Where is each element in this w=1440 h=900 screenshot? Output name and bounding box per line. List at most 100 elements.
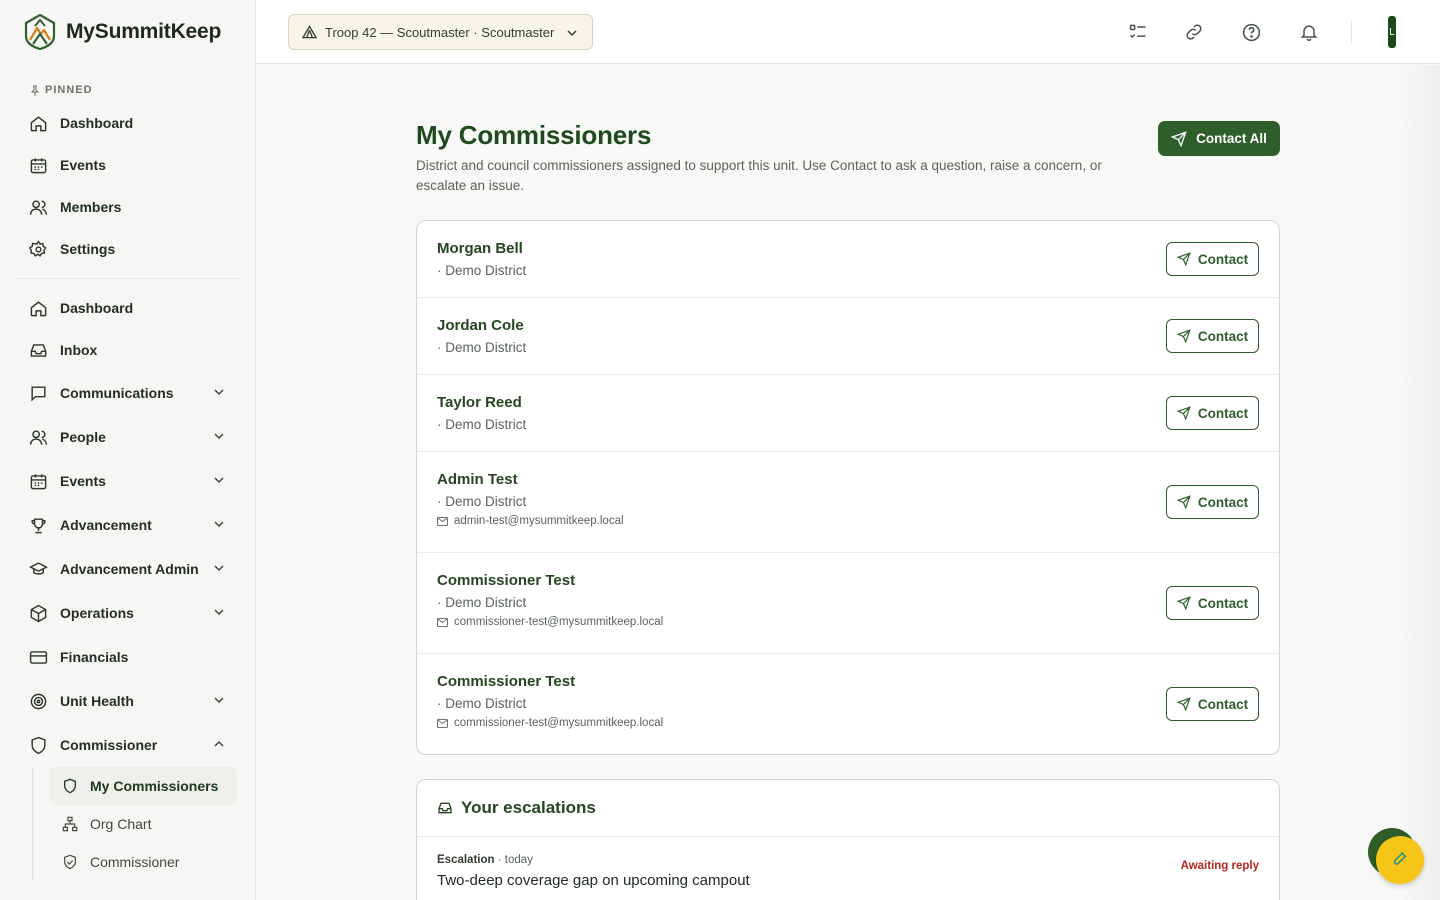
message-icon [28, 383, 48, 403]
pinned-item-label: Members [60, 199, 122, 215]
users-icon [28, 427, 48, 447]
commissioner-district: · Demo District [437, 263, 527, 278]
link-icon[interactable] [1182, 20, 1206, 44]
topbar-separator [1351, 20, 1352, 44]
sidebar-item-dashboard[interactable]: Dashboard [0, 287, 255, 329]
sidebar-item-label: Operations [60, 605, 134, 621]
send-icon [1176, 329, 1191, 343]
pinned-item-settings[interactable]: Settings [0, 228, 255, 270]
pinned-item-label: Events [60, 157, 106, 173]
sidebar-item-communications[interactable]: Communications [0, 371, 255, 415]
send-icon [1171, 130, 1187, 147]
feedback-fab[interactable] [1376, 836, 1424, 884]
users-icon [28, 197, 48, 217]
pinned-item-dashboard[interactable]: Dashboard [0, 102, 255, 144]
contact-all-button[interactable]: Contact All [1158, 121, 1280, 156]
commissioner-name: Taylor Reed [437, 394, 522, 411]
checklist-icon[interactable] [1126, 20, 1150, 44]
sidebar-item-label: Commissioner [60, 737, 158, 753]
sidebar-item-commissioner[interactable]: Commissioner [0, 723, 255, 767]
commissioner-email: commissioner-test@mysummitkeep.local [437, 616, 663, 628]
commissioner-email: admin-test@mysummitkeep.local [437, 515, 624, 527]
sidebar-divider [16, 278, 239, 279]
commissioner-district: · Demo District [437, 595, 527, 610]
sidebar-item-label: Advancement [60, 517, 152, 533]
test-tube-icon [1393, 851, 1407, 865]
escalations-divider [417, 836, 1279, 837]
chevron-up-icon [214, 740, 224, 747]
sidebar-item-advancement-admin[interactable]: Advancement Admin [0, 547, 255, 591]
help-icon[interactable] [1239, 20, 1263, 44]
pinned-item-events[interactable]: Events [0, 144, 255, 186]
commissioner-row: Jordan Cole · Demo District Contact [417, 298, 1279, 375]
chevron-down-icon [214, 389, 224, 396]
escalation-meta: Escalation · today [437, 854, 533, 866]
inbox-icon [28, 340, 48, 360]
commissioner-submenu: My Commissioners Org Chart Commissioner [32, 767, 255, 881]
inbox-icon [438, 802, 452, 814]
sidebar-item-unit-health[interactable]: Unit Health [0, 679, 255, 723]
shield-check-icon [61, 853, 79, 871]
sidebar-item-label: Inbox [60, 342, 98, 358]
unit-selector[interactable]: Troop 42 — Scoutmaster · Scoutmaster [288, 14, 593, 50]
shield-icon [28, 735, 48, 755]
sub-item-org-chart[interactable]: Org Chart [49, 805, 237, 843]
commissioner-row: Admin Test · Demo District admin-test@my… [417, 452, 1279, 553]
sidebar-item-label: Communications [60, 385, 174, 401]
shield-icon [61, 777, 79, 795]
commissioner-name: Commissioner Test [437, 673, 576, 690]
home-icon [28, 113, 48, 133]
trophy-icon [28, 515, 48, 535]
mail-icon [437, 617, 448, 627]
app-name: MySummitKeep [66, 20, 222, 43]
brand[interactable]: MySummitKeep [0, 0, 255, 64]
commissioner-district: · Demo District [437, 340, 527, 355]
commissioner-row: Taylor Reed · Demo District Contact [417, 375, 1279, 452]
sidebar-item-advancement[interactable]: Advancement [0, 503, 255, 547]
chevron-down-icon [214, 697, 224, 704]
chevron-down-icon [214, 433, 224, 440]
bell-icon[interactable] [1297, 20, 1321, 44]
mail-icon [437, 718, 448, 728]
contact-button[interactable]: Contact [1166, 242, 1259, 276]
chevron-down-icon [567, 30, 577, 37]
commissioner-name: Jordan Cole [437, 317, 524, 334]
calendar-icon [28, 155, 48, 175]
home-icon [28, 298, 48, 318]
sidebar-item-people[interactable]: People [0, 415, 255, 459]
sub-item-label: My Commissioners [90, 778, 219, 794]
sidebar-item-events[interactable]: Events [0, 459, 255, 503]
pinned-item-members[interactable]: Members [0, 186, 255, 228]
page-description: District and council commissioners assig… [416, 158, 1102, 193]
avatar[interactable]: L [1388, 16, 1396, 48]
commissioner-row: Morgan Bell · Demo District Contact [417, 221, 1279, 298]
send-icon [1176, 406, 1191, 420]
sidebar-item-label: People [60, 429, 106, 445]
pinned-section-label: PINNED [0, 78, 255, 102]
send-icon [1176, 252, 1191, 266]
commissioner-name: Morgan Bell [437, 240, 523, 257]
contact-button[interactable]: Contact [1166, 586, 1259, 620]
sub-item-label: Commissioner [90, 854, 180, 870]
escalations-card: Your escalations Escalation · today Two-… [416, 779, 1280, 900]
sidebar-item-financials[interactable]: Financials [0, 635, 255, 679]
sub-item-my-commissioners[interactable]: My Commissioners [49, 767, 237, 805]
contact-button[interactable]: Contact [1166, 485, 1259, 519]
tent-icon [302, 25, 317, 39]
commissioner-row: Commissioner Test · Demo District commis… [417, 654, 1279, 754]
contact-button[interactable]: Contact [1166, 396, 1259, 430]
commissioners-list: Morgan Bell · Demo District Contact Jord… [416, 220, 1280, 755]
contact-button[interactable]: Contact [1166, 687, 1259, 721]
org-chart-icon [61, 815, 79, 833]
chevron-down-icon [214, 565, 224, 572]
sub-item-commissioner[interactable]: Commissioner [49, 843, 237, 881]
sidebar-item-inbox[interactable]: Inbox [0, 329, 255, 371]
sidebar-item-operations[interactable]: Operations [0, 591, 255, 635]
escalation-type: Escalation [437, 854, 495, 866]
main-content: My Commissioners District and council co… [256, 65, 1440, 900]
unit-selector-label: Troop 42 — Scoutmaster · Scoutmaster [325, 24, 555, 40]
contact-button[interactable]: Contact [1166, 319, 1259, 353]
escalation-title[interactable]: Two-deep coverage gap on upcoming campou… [437, 872, 750, 889]
sidebar-item-label: Unit Health [60, 693, 134, 709]
topbar: Troop 42 — Scoutmaster · Scoutmaster L [256, 0, 1440, 64]
